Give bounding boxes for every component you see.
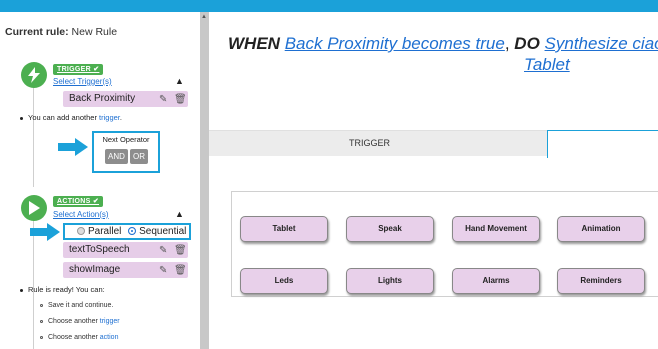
parallel-radio[interactable]: [77, 227, 85, 235]
next-operator-label: Next Operator: [102, 135, 150, 144]
current-rule-label: Current rule:: [5, 26, 69, 38]
category-speak-button[interactable]: Speak: [346, 216, 434, 242]
category-reminders-button[interactable]: Reminders: [557, 268, 645, 294]
rule-sentence: WHEN Back Proximity becomes true, DO Syn…: [228, 34, 658, 54]
option-item: Choose another trigger: [40, 318, 120, 325]
action-item-label: showImage: [69, 264, 121, 275]
add-trigger-link[interactable]: trigger: [99, 113, 120, 122]
parallel-label: Parallel: [88, 226, 122, 237]
play-icon: [21, 195, 47, 221]
tab-actions[interactable]: [547, 130, 658, 158]
choose-trigger-link[interactable]: trigger: [100, 318, 120, 325]
action-item-label: textToSpeech: [69, 244, 130, 255]
scroll-up-icon[interactable]: ▲: [201, 14, 207, 20]
choose-action-link[interactable]: action: [100, 334, 119, 341]
rule-ready-note: Rule is ready! You can:: [20, 285, 105, 294]
current-rule: Current rule: New Rule: [5, 26, 117, 38]
category-alarms-button[interactable]: Alarms: [452, 268, 540, 294]
execution-mode-box: Parallel Sequential: [63, 223, 191, 240]
next-operator-box: Next Operator AND OR: [92, 131, 160, 173]
collapse-chevron-icon[interactable]: ▲: [175, 209, 184, 219]
trash-icon[interactable]: 🗑: [174, 92, 187, 108]
action-categories-panel: Tablet Speak Hand Movement Animation Led…: [231, 191, 658, 297]
category-animation-button[interactable]: Animation: [557, 216, 645, 242]
when-keyword: WHEN: [228, 34, 280, 53]
category-hand-movement-button[interactable]: Hand Movement: [452, 216, 540, 242]
tab-trigger[interactable]: TRIGGER: [349, 138, 390, 148]
current-rule-value: New Rule: [71, 26, 118, 38]
and-button[interactable]: AND: [105, 149, 128, 164]
select-triggers-link[interactable]: Select Trigger(s): [53, 77, 112, 86]
action-item[interactable]: textToSpeech ✎ 🗑: [63, 242, 188, 258]
category-tablet-button[interactable]: Tablet: [240, 216, 328, 242]
add-trigger-note: You can add another trigger.: [20, 113, 122, 122]
action-item[interactable]: showImage ✎ 🗑: [63, 262, 188, 278]
trash-icon[interactable]: 🗑: [174, 243, 187, 259]
sequential-label: Sequential: [139, 226, 187, 237]
sidebar-scrollbar[interactable]: ▲: [200, 12, 209, 349]
actions-badge: ACTIONS ✔: [53, 196, 104, 207]
arrow-right-icon: [58, 138, 88, 156]
trigger-item[interactable]: Back Proximity ✎ 🗑: [63, 91, 188, 107]
select-actions-link[interactable]: Select Action(s): [53, 210, 109, 219]
trash-icon[interactable]: 🗑: [174, 263, 187, 279]
category-leds-button[interactable]: Leds: [240, 268, 328, 294]
rule-sidebar: Current rule: New Rule TRIGGER ✔ Select …: [0, 12, 200, 349]
option-item: Save it and continue.: [40, 302, 113, 309]
edit-icon[interactable]: ✎: [159, 92, 167, 108]
trigger-item-label: Back Proximity: [69, 93, 136, 104]
top-bar: [0, 0, 658, 12]
sequential-radio[interactable]: [128, 227, 137, 235]
trigger-badge: TRIGGER ✔: [53, 64, 104, 75]
rule-trigger-link[interactable]: Back Proximity becomes true: [285, 34, 505, 53]
arrow-right-icon: [30, 223, 60, 241]
rule-action-link[interactable]: Synthesize ciao: [545, 34, 658, 53]
or-button[interactable]: OR: [130, 149, 148, 164]
rule-action-link-continued[interactable]: Tablet: [524, 55, 570, 75]
main-panel: WHEN Back Proximity becomes true, DO Syn…: [209, 12, 658, 349]
option-item: Choose another action: [40, 334, 118, 341]
lightning-icon: [21, 62, 47, 88]
collapse-chevron-icon[interactable]: ▲: [175, 76, 184, 86]
edit-icon[interactable]: ✎: [159, 263, 167, 279]
do-keyword: DO: [514, 34, 540, 53]
edit-icon[interactable]: ✎: [159, 243, 167, 259]
category-lights-button[interactable]: Lights: [346, 268, 434, 294]
